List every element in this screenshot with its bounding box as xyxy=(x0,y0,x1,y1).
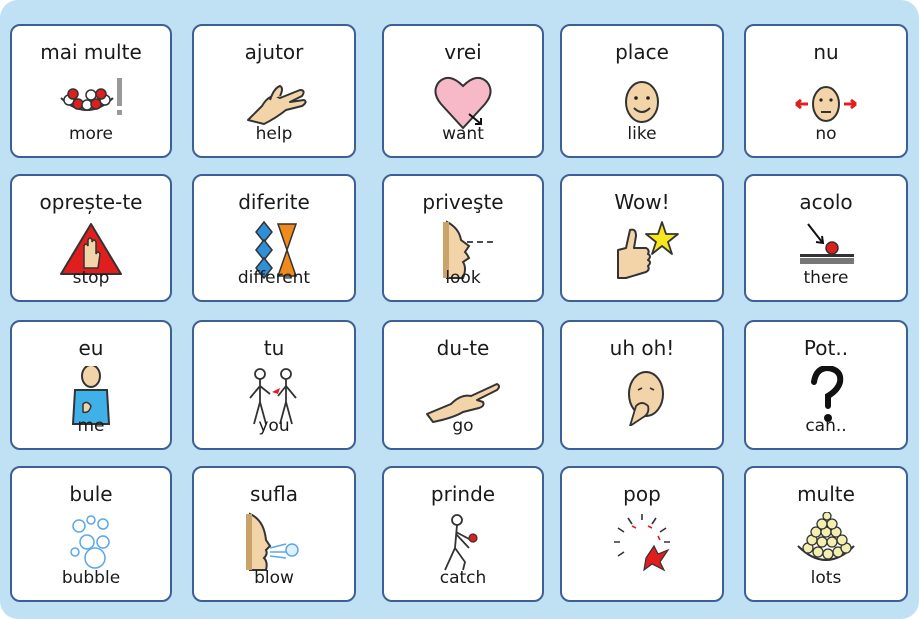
cell-label: diferite xyxy=(238,190,310,214)
cell-label: Wow! xyxy=(614,190,670,214)
cell-label: uh oh! xyxy=(609,336,675,360)
bubbles-icon xyxy=(51,512,131,572)
cell-diferite[interactable]: diferite different xyxy=(192,174,356,302)
lots-balls-icon xyxy=(786,512,866,572)
cell-gloss: lots xyxy=(810,568,842,588)
cell-opreste-te[interactable]: oprește-te stop xyxy=(10,174,172,302)
cell-label: vrei xyxy=(444,40,482,64)
cell-pot[interactable]: Pot.. can.. xyxy=(744,320,908,450)
cell-label: Pot.. xyxy=(803,336,849,360)
cell-gloss: stop xyxy=(72,268,110,288)
cell-label: pop xyxy=(623,482,661,506)
cell-uh-oh[interactable]: uh oh! xyxy=(560,320,724,450)
communication-board: mai multe more ajutor help vrei want pla… xyxy=(0,0,919,619)
thumbs-up-star-icon xyxy=(602,220,682,280)
cell-label: multe xyxy=(797,482,855,506)
cell-gloss: blow xyxy=(254,568,294,588)
cell-label: du-te xyxy=(436,336,490,360)
heart-icon xyxy=(423,70,503,130)
cell-bule[interactable]: bule bubble xyxy=(10,466,172,602)
cell-pop[interactable]: pop xyxy=(560,466,724,602)
cell-gloss: want xyxy=(442,124,484,144)
cell-gloss: like xyxy=(627,124,657,144)
cell-gloss: look xyxy=(445,268,481,288)
pop-burst-icon xyxy=(602,512,682,572)
cell-priveste[interactable]: priveşte look xyxy=(382,174,544,302)
cell-gloss: bubble xyxy=(61,568,121,588)
cell-prinde[interactable]: prinde catch xyxy=(382,466,544,602)
catch-ball-icon xyxy=(423,512,503,572)
cell-label: priveşte xyxy=(422,190,504,214)
cell-label: mai multe xyxy=(40,40,142,64)
cell-label: ajutor xyxy=(244,40,304,64)
cell-tu[interactable]: tu you xyxy=(192,320,356,450)
cell-acolo[interactable]: acolo there xyxy=(744,174,908,302)
cell-ajutor[interactable]: ajutor help xyxy=(192,24,356,158)
blow-face-icon xyxy=(234,512,314,572)
cell-gloss: catch xyxy=(439,568,487,588)
cell-label: tu xyxy=(263,336,285,360)
cell-label: eu xyxy=(78,336,104,360)
cell-place[interactable]: place like xyxy=(560,24,724,158)
cell-label: bule xyxy=(69,482,113,506)
cell-gloss: there xyxy=(803,268,849,288)
cell-gloss: go xyxy=(452,416,474,436)
cell-sufla[interactable]: sufla blow xyxy=(192,466,356,602)
cell-eu[interactable]: eu me xyxy=(10,320,172,450)
cell-wow[interactable]: Wow! xyxy=(560,174,724,302)
cell-label: nu xyxy=(813,40,839,64)
cell-vrei[interactable]: vrei want xyxy=(382,24,544,158)
cell-label: place xyxy=(615,40,669,64)
shaking-head-icon xyxy=(786,70,866,130)
cell-label: oprește-te xyxy=(39,190,143,214)
cell-gloss: more xyxy=(68,124,114,144)
cell-gloss: help xyxy=(255,124,293,144)
cell-label: prinde xyxy=(430,482,496,506)
cell-label: sufla xyxy=(250,482,298,506)
uh-oh-face-icon xyxy=(602,366,682,426)
cell-gloss: no xyxy=(815,124,837,144)
cell-gloss: different xyxy=(237,268,311,288)
cell-nu[interactable]: nu no xyxy=(744,24,908,158)
cell-du-te[interactable]: du-te go xyxy=(382,320,544,450)
cell-gloss: can.. xyxy=(805,416,847,436)
more-icon xyxy=(51,70,131,130)
help-hand-icon xyxy=(234,70,314,130)
cell-gloss: you xyxy=(258,416,290,436)
cell-label: acolo xyxy=(799,190,853,214)
cell-mai-multe[interactable]: mai multe more xyxy=(10,24,172,158)
cell-gloss: me xyxy=(77,416,105,436)
cell-multe[interactable]: multe lots xyxy=(744,466,908,602)
smiling-face-icon xyxy=(602,70,682,130)
